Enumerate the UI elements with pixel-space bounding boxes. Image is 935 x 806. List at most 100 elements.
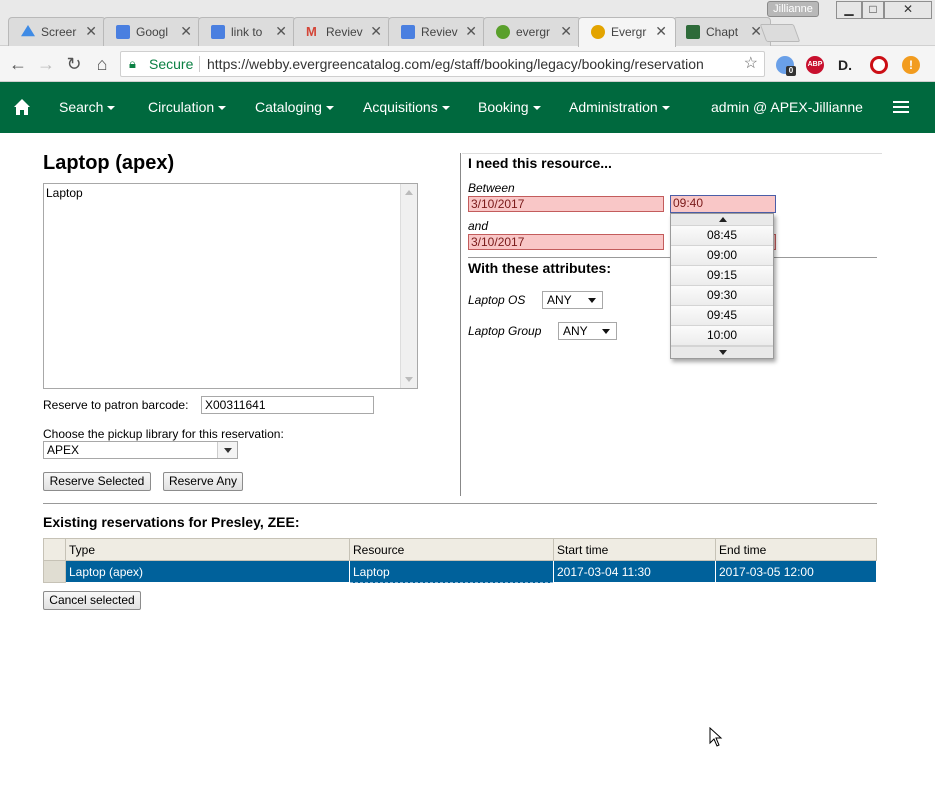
arrow-down-icon [719,350,727,355]
scrollbar[interactable] [400,184,417,388]
time-option[interactable]: 09:15 [671,266,773,286]
type-cell[interactable]: Laptop (apex) [65,560,350,583]
browser-tab-strip: Screer ✕ Googl ✕ link to ✕ M Reviev ✕ Re… [0,0,935,47]
mouse-cursor-icon [709,727,723,747]
close-icon[interactable]: ✕ [180,23,192,40]
caret-down-icon [602,329,610,334]
browser-tab[interactable]: Reviev ✕ [388,17,486,47]
time-option[interactable]: 09:00 [671,246,773,266]
browser-tab[interactable]: Screer ✕ [8,17,106,47]
start-time-input[interactable]: 09:40 [670,195,776,213]
new-tab-button[interactable] [759,24,801,42]
close-icon[interactable]: ✕ [85,23,97,40]
reserve-selected-button[interactable]: Reserve Selected [43,472,151,491]
time-option[interactable]: 10:00 [671,326,773,346]
menu-icon[interactable] [893,101,909,115]
row-selector[interactable] [43,560,66,583]
minimize-button[interactable]: ▁ [836,1,862,19]
arrow-up-icon [719,217,727,222]
nav-acquisitions[interactable]: Acquisitions [363,99,450,115]
browser-tab[interactable]: Googl ✕ [103,17,201,47]
browser-tab[interactable]: evergr ✕ [483,17,581,47]
gmail-icon: M [306,24,317,39]
extension-badge: 0 [786,66,796,76]
caret-down-icon [325,106,334,111]
scroll-down-button[interactable] [671,346,773,358]
home-icon[interactable]: ⌂ [92,53,112,75]
caret-down-icon [661,106,670,111]
tab-label: Screer [41,25,77,39]
column-divider [460,153,461,496]
close-window-button[interactable]: ✕ [884,1,932,19]
tab-label: Evergr [611,25,647,39]
select-value: ANY [547,293,572,307]
browser-tab[interactable]: Chapt ✕ [673,17,771,47]
maximize-button[interactable]: □ [862,1,884,19]
nav-administration[interactable]: Administration [569,99,670,115]
end-time-cell[interactable]: 2017-03-05 12:00 [715,560,877,583]
time-option[interactable]: 09:45 [671,306,773,326]
cancel-selected-button[interactable]: Cancel selected [43,591,141,610]
close-icon[interactable]: ✕ [275,23,287,40]
browser-tab-active[interactable]: Evergr ✕ [578,17,676,47]
laptop-os-select[interactable]: ANY [542,291,603,309]
nav-booking[interactable]: Booking [478,99,541,115]
tab-label: evergr [516,25,551,39]
extension-d-icon[interactable]: D. [836,56,854,74]
start-time-cell[interactable]: 2017-03-04 11:30 [553,560,716,583]
attribute-label: Laptop Group [468,324,542,338]
tab-label: Reviev [421,25,458,39]
adblock-icon[interactable]: ABP [806,56,824,74]
patron-barcode-input[interactable]: X00311641 [201,396,374,414]
close-icon[interactable]: ✕ [655,23,667,40]
column-header[interactable]: Resource [349,538,554,561]
home-icon[interactable] [13,98,31,116]
back-icon[interactable]: ← [8,53,28,75]
patron-barcode-label: Reserve to patron barcode: [43,398,189,412]
docs-icon [116,25,130,39]
evergreen-icon [496,25,510,39]
nav-circulation[interactable]: Circulation [148,99,227,115]
time-option[interactable]: 09:30 [671,286,773,306]
forward-icon[interactable]: → [36,53,56,75]
list-item[interactable]: Laptop [46,186,83,200]
browser-toolbar: ← → ↻ ⌂ 🔒︎ Secure https://webby.evergree… [0,46,935,82]
profile-chip[interactable]: Jillianne [767,1,819,17]
time-option[interactable]: 08:45 [671,226,773,246]
bookmark-star-icon[interactable]: ☆ [744,52,758,76]
alert-icon[interactable]: ! [902,56,920,74]
close-icon[interactable]: ✕ [465,23,477,40]
close-icon[interactable]: ✕ [370,23,382,40]
resource-list[interactable]: Laptop [43,183,418,389]
browser-tab[interactable]: M Reviev ✕ [293,17,391,47]
resource-cell[interactable]: Laptop [349,560,554,583]
secure-label: Secure [149,56,194,72]
start-date-input[interactable]: 3/10/2017 [468,196,664,212]
nav-cataloging[interactable]: Cataloging [255,99,334,115]
scroll-down-icon[interactable] [405,377,413,382]
column-header[interactable]: Type [65,538,350,561]
opera-icon[interactable] [870,56,888,74]
browser-tab[interactable]: link to ✕ [198,17,296,47]
divider [462,153,882,154]
address-bar[interactable]: 🔒︎ Secure https://webby.evergreencatalog… [120,51,765,77]
reserve-any-button[interactable]: Reserve Any [163,472,243,491]
laptop-group-select[interactable]: ANY [558,322,617,340]
tab-label: Reviev [326,25,363,39]
column-header[interactable]: Start time [553,538,716,561]
docs-icon [211,25,225,39]
reservations-table: Type Resource Start time End time Laptop… [43,538,877,583]
nav-user[interactable]: admin @ APEX-Jillianne [711,99,863,115]
reload-icon[interactable]: ↻ [64,53,84,75]
pickup-library-label: Choose the pickup library for this reser… [43,427,284,441]
column-header[interactable]: End time [715,538,877,561]
select-value: APEX [47,443,80,457]
table-row[interactable]: Laptop (apex) Laptop 2017-03-04 11:30 20… [43,560,877,583]
scroll-up-icon[interactable] [405,190,413,195]
scroll-up-button[interactable] [671,214,773,226]
end-date-input[interactable]: 3/10/2017 [468,234,664,250]
chevron-down-icon[interactable] [217,442,237,458]
nav-search[interactable]: Search [59,99,116,115]
close-icon[interactable]: ✕ [560,23,572,40]
pickup-library-select[interactable]: APEX [43,441,238,459]
